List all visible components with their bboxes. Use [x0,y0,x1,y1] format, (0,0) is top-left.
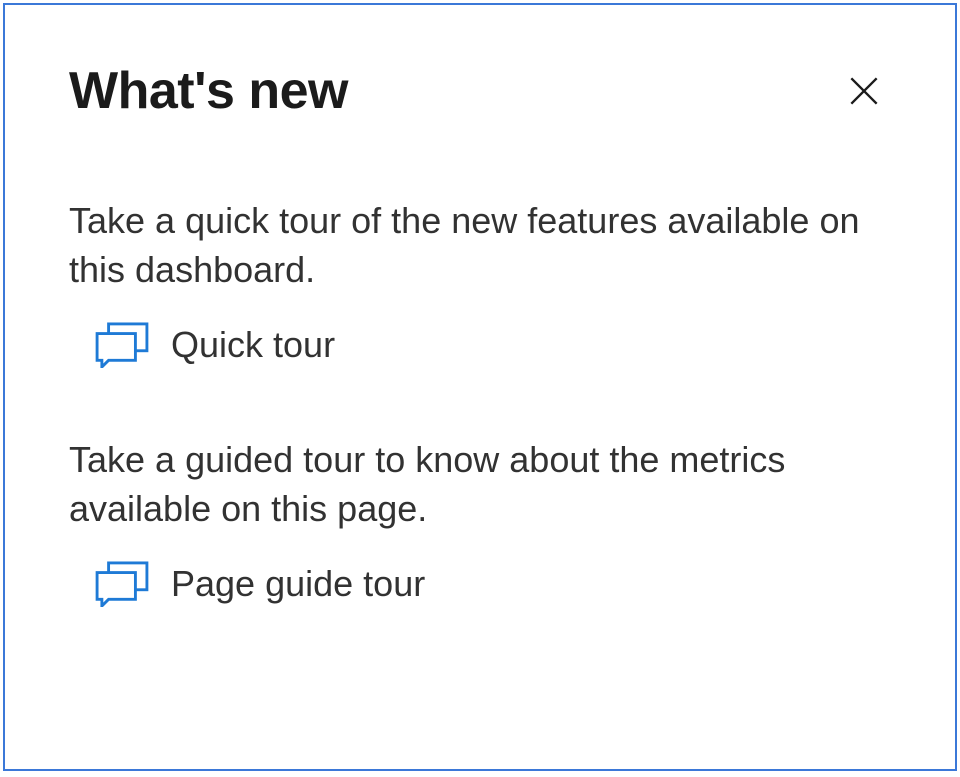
panel-header: What's new [69,61,891,121]
page-guide-tour-link[interactable]: Page guide tour [69,561,891,607]
quick-tour-link[interactable]: Quick tour [69,322,891,368]
panel-title: What's new [69,61,348,121]
page-guide-section: Take a guided tour to know about the met… [69,436,891,607]
page-guide-label: Page guide tour [171,563,425,605]
quick-tour-description: Take a quick tour of the new features av… [69,197,891,294]
quick-tour-section: Take a quick tour of the new features av… [69,197,891,368]
close-button[interactable] [837,64,891,118]
chat-bubble-icon [95,322,149,368]
quick-tour-label: Quick tour [171,324,335,366]
whats-new-panel: What's new Take a quick tour of the new … [3,3,957,771]
chat-bubble-icon [95,561,149,607]
close-icon [845,72,883,110]
page-guide-description: Take a guided tour to know about the met… [69,436,891,533]
